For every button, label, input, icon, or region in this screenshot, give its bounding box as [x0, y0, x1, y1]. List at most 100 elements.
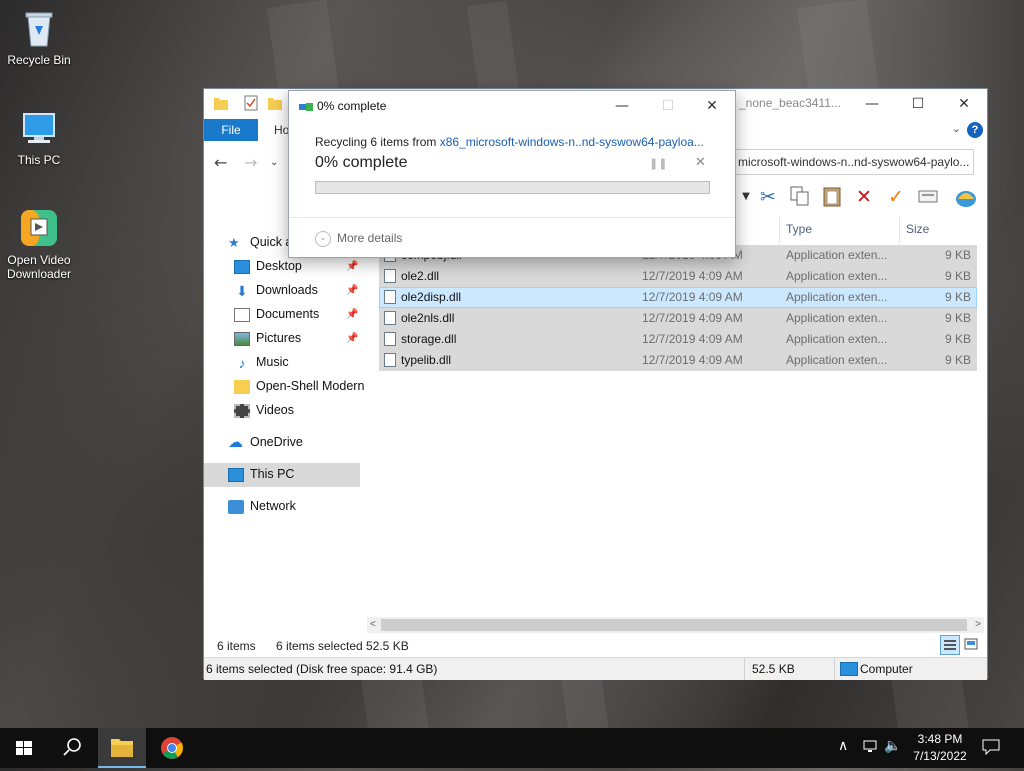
file-type: Application exten... [786, 269, 888, 283]
more-details-toggle[interactable]: ⌄ More details [315, 231, 402, 247]
new-folder-icon[interactable] [268, 95, 282, 111]
properties-icon[interactable] [916, 185, 940, 209]
dialog-title: 0% complete [317, 99, 387, 113]
notifications-icon[interactable] [982, 739, 1000, 756]
documents-icon [234, 307, 250, 322]
status-divider [744, 658, 745, 680]
pin-icon[interactable]: 📌 [346, 261, 358, 272]
taskbar-file-explorer[interactable] [98, 728, 146, 768]
maximize-button: ☐ [661, 98, 675, 114]
details-view-icon[interactable] [940, 635, 960, 655]
sidebar-item-music[interactable]: ♪ Music [234, 351, 289, 373]
progress-bar [315, 181, 710, 194]
table-row[interactable]: ole2.dll 12/7/2019 4:09 AM Application e… [379, 266, 977, 287]
window-title: _none_beac3411... [739, 96, 841, 110]
download-icon: ⬇ [236, 282, 248, 299]
column-header-type[interactable]: Type [786, 222, 812, 236]
sidebar-item-downloads[interactable]: ⬇ Downloads [234, 279, 318, 301]
file-name: ole2disp.dll [401, 290, 462, 304]
show-hidden-icons-icon[interactable]: ∧ [838, 738, 848, 754]
scrollbar-thumb[interactable] [381, 619, 967, 631]
search-button[interactable] [48, 728, 96, 768]
maximize-button[interactable]: ☐ [895, 89, 941, 119]
network-status-icon[interactable] [862, 740, 878, 754]
pin-icon[interactable]: 📌 [346, 285, 358, 296]
pin-icon[interactable]: 📌 [346, 309, 358, 320]
file-size: 9 KB [944, 269, 971, 283]
column-separator[interactable] [779, 217, 780, 243]
table-row[interactable]: storage.dll 12/7/2019 4:09 AM Applicatio… [379, 329, 977, 350]
properties-icon[interactable] [244, 95, 258, 111]
horizontal-scrollbar[interactable]: < > [367, 617, 984, 633]
file-size: 9 KB [944, 332, 971, 346]
selected-count: 6 items selected [276, 639, 363, 653]
sidebar-item-onedrive[interactable]: ☁ OneDrive [228, 431, 303, 453]
pin-icon[interactable]: 📌 [346, 333, 358, 344]
sidebar-item-this-pc[interactable]: This PC [228, 463, 294, 485]
desktop-icon-open-video-downloader[interactable]: Open Video Downloader [0, 208, 78, 281]
status-bar: 6 items 6 items selected 52.5 KB [204, 635, 987, 657]
cut-icon[interactable]: ✂ [756, 185, 780, 209]
star-icon: ★ [228, 234, 240, 250]
navigation-pane: ★ Quick a Desktop 📌 ⬇ Downloads 📌 Document… [204, 227, 364, 627]
checkmark-icon[interactable]: ✓ [884, 185, 908, 209]
start-button[interactable] [0, 728, 48, 768]
sidebar-item-pictures[interactable]: Pictures [234, 327, 301, 349]
copy-icon[interactable] [788, 185, 812, 209]
chevron-down-icon: ⌄ [315, 231, 331, 247]
volume-icon[interactable]: 🔈 [884, 738, 901, 754]
computer-icon [228, 467, 244, 482]
close-button[interactable]: ✕ [689, 91, 735, 121]
folder-icon [234, 379, 250, 394]
status-size: 52.5 KB [752, 662, 795, 676]
table-row[interactable]: ole2disp.dll 12/7/2019 4:09 AM Applicati… [379, 287, 977, 308]
sidebar-item-open-shell[interactable]: Open-Shell Modern [234, 375, 364, 397]
file-date: 12/7/2019 4:09 AM [642, 311, 743, 325]
recycling-source-link[interactable]: x86_microsoft-windows-n..nd-syswow64-pay… [440, 135, 704, 149]
chevron-down-icon[interactable]: ⌄ [952, 122, 961, 135]
column-header-size[interactable]: Size [906, 222, 929, 236]
desktop-icon-recycle-bin[interactable]: Recycle Bin [0, 8, 78, 67]
open-video-downloader-label: Open Video Downloader [6, 253, 72, 281]
forward-arrow-icon[interactable]: → [244, 153, 257, 172]
minimize-button[interactable]: — [849, 89, 895, 119]
recent-chevron-icon[interactable]: ⌄ [270, 157, 278, 168]
close-button[interactable]: ✕ [941, 89, 987, 119]
tab-file[interactable]: File [204, 119, 258, 141]
table-row[interactable]: ole2nls.dll 12/7/2019 4:09 AM Applicatio… [379, 308, 977, 329]
dll-file-icon [384, 269, 396, 283]
sidebar-item-quick-access[interactable]: ★ Quick a [228, 231, 292, 253]
clock-date[interactable]: 7/13/2022 [908, 749, 972, 763]
minimize-button[interactable]: — [599, 91, 645, 121]
dropdown-arrow-icon[interactable]: ▼ [734, 185, 758, 209]
sidebar-item-videos[interactable]: Videos [234, 399, 294, 421]
table-row[interactable]: typelib.dll 12/7/2019 4:09 AM Applicatio… [379, 350, 977, 371]
address-bar[interactable]: microsoft-windows-n..nd-syswow64-paylo..… [732, 149, 974, 175]
column-separator[interactable] [899, 217, 900, 243]
help-icon[interactable]: ? [967, 122, 983, 138]
file-type: Application exten... [786, 248, 888, 262]
dll-file-icon [384, 290, 396, 304]
dll-file-icon [384, 311, 396, 325]
back-arrow-icon[interactable]: ← [214, 153, 227, 172]
sidebar-item-desktop[interactable]: Desktop [234, 255, 302, 277]
sidebar-item-documents[interactable]: Documents [234, 303, 319, 325]
open-shell-icon[interactable] [954, 185, 978, 209]
scroll-left-icon[interactable]: < [370, 617, 376, 633]
file-type: Application exten... [786, 332, 888, 346]
scroll-right-icon[interactable]: > [975, 617, 981, 633]
videos-icon [234, 403, 250, 418]
clock-time[interactable]: 3:48 PM [910, 732, 970, 746]
pause-icon[interactable]: ❚❚ [649, 157, 667, 170]
cancel-icon[interactable]: ✕ [695, 155, 706, 170]
sidebar-item-network[interactable]: Network [228, 495, 296, 517]
delete-icon[interactable]: ✕ [852, 185, 876, 209]
windows-logo-icon [16, 741, 32, 755]
cloud-icon: ☁ [228, 433, 243, 451]
file-name: ole2.dll [401, 269, 440, 283]
taskbar-chrome[interactable] [148, 728, 196, 768]
large-icons-view-icon[interactable] [962, 635, 982, 655]
paste-icon[interactable] [820, 185, 844, 209]
taskbar: ∧ 🔈 3:48 PM 7/13/2022 [0, 728, 1024, 768]
desktop-icon-this-pc[interactable]: This PC [0, 108, 78, 167]
